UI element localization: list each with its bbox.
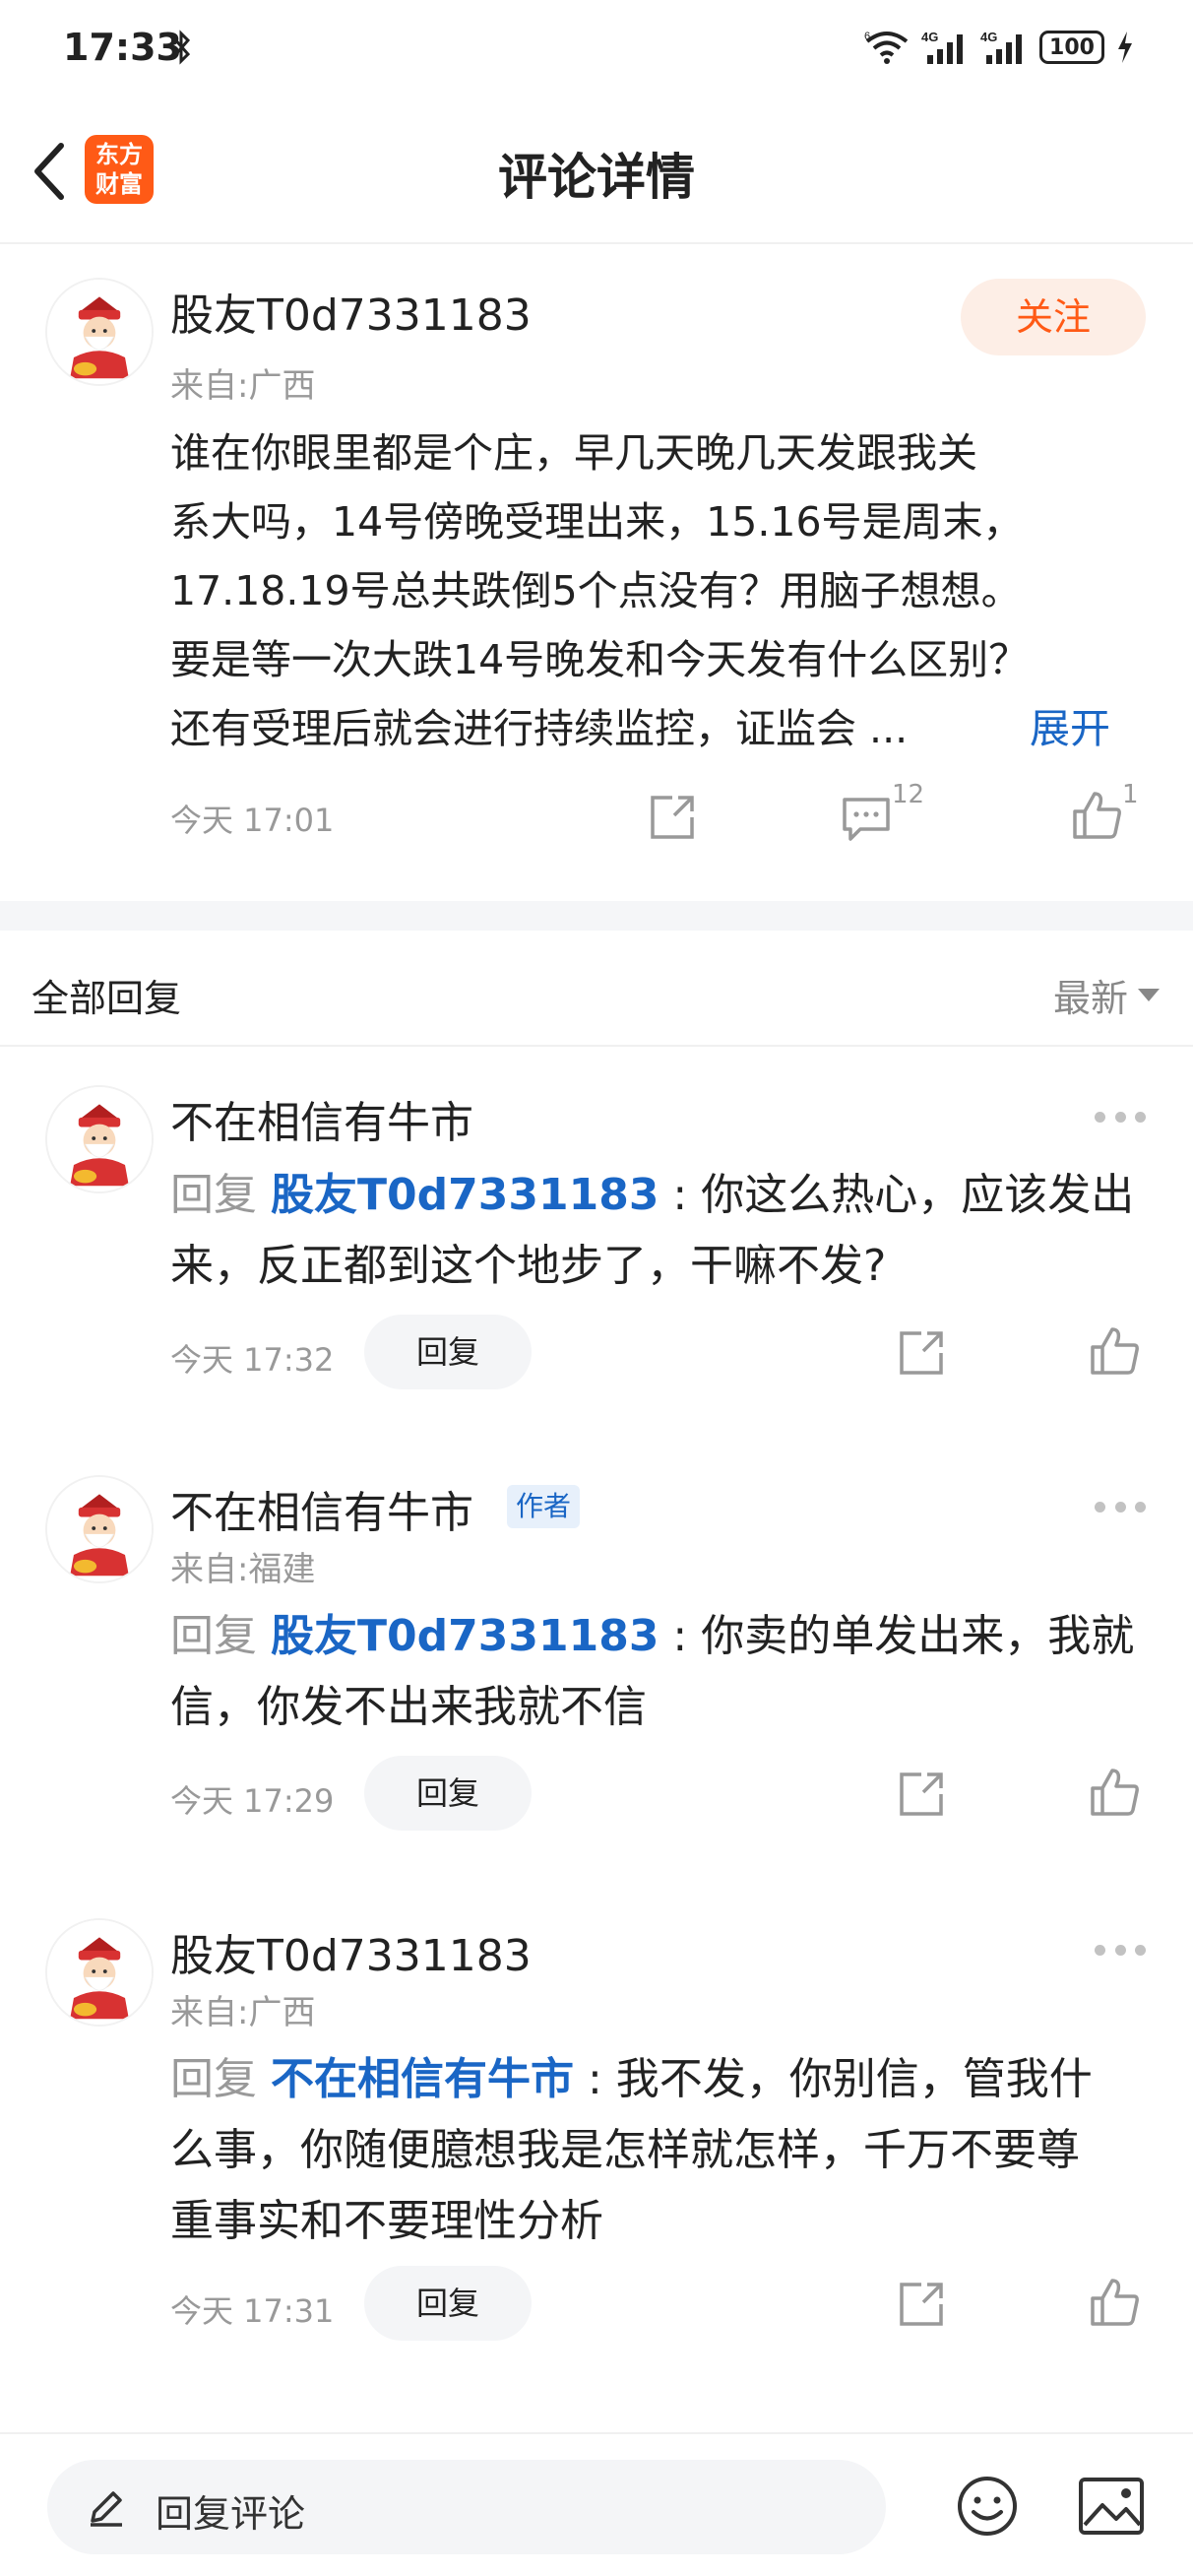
svg-text:4G: 4G <box>980 30 997 44</box>
reply-text: 回复 不在相信有牛市 : 我不发，你别信，管我什 <box>170 2054 1093 2104</box>
main-comment-text: 谁在你眼里都是个庄，早几天晚几天发跟我关 系大吗，14号傍晚受理出来，15.16… <box>170 429 1030 752</box>
reply-text-line: 重事实和不要理性分析 <box>170 2196 603 2246</box>
reply-placeholder: 回复评论 <box>156 2492 306 2536</box>
caishen-avatar[interactable] <box>45 1918 154 2027</box>
main-comment-location: 来自:广西 <box>170 366 316 406</box>
comment-icon[interactable] <box>839 790 894 845</box>
signal-icon: 4G <box>980 30 1022 64</box>
expand-link[interactable]: 展开 <box>1030 694 1110 763</box>
bottom-bar: 回复评论 <box>0 2432 1193 2576</box>
share-icon[interactable] <box>645 790 700 845</box>
share-icon[interactable] <box>894 2277 949 2332</box>
charging-icon <box>1118 32 1132 63</box>
reply-username[interactable]: 股友T0d7331183 <box>170 1920 532 1983</box>
signal-icon: 4G <box>921 30 963 64</box>
emoji-icon[interactable] <box>955 2474 1020 2539</box>
wifi-icon: 6 <box>864 31 909 64</box>
author-badge: 作者 <box>507 1485 580 1528</box>
reply-button[interactable]: 回复 <box>364 1756 532 1831</box>
status-bar: 17:33 6 4G 4G 100 <box>0 0 1193 98</box>
replies-header: 全部回复 最新 <box>0 931 1193 1047</box>
svg-text:6: 6 <box>864 31 870 42</box>
reply-text-line: 来，反正都到这个地步了，干嘛不发? <box>170 1241 887 1291</box>
status-icons: 6 4G 4G 100 <box>864 26 1134 69</box>
reply-target-link[interactable]: 股友T0d7331183 <box>271 1611 659 1661</box>
reply-time: 今天 17:29 <box>170 1782 335 1820</box>
reply-button[interactable]: 回复 <box>364 2266 532 2341</box>
more-icon[interactable] <box>1095 1107 1146 1127</box>
caishen-avatar[interactable] <box>45 1085 154 1193</box>
reply-target-link[interactable]: 股友T0d7331183 <box>271 1170 659 1220</box>
reply-username[interactable]: 不在相信有牛市 <box>170 1087 473 1150</box>
section-divider <box>0 901 1193 931</box>
more-icon[interactable] <box>1095 1497 1146 1516</box>
image-icon[interactable] <box>1077 2474 1146 2539</box>
caishen-avatar[interactable] <box>45 1475 154 1583</box>
like-icon[interactable] <box>1069 788 1124 843</box>
caishen-avatar[interactable] <box>45 278 154 386</box>
battery-icon: 100 <box>1039 31 1104 64</box>
reply-text-line: 么事，你随便臆想我是怎样就怎样，千万不要尊 <box>170 2125 1080 2175</box>
sort-label: 最新 <box>1052 977 1128 1020</box>
reply-time: 今天 17:31 <box>170 2292 335 2330</box>
like-icon[interactable] <box>1087 1323 1142 1379</box>
comment-count: 12 <box>892 780 925 809</box>
sort-select[interactable]: 最新 <box>1053 968 1160 1022</box>
reply-text: 回复 股友T0d7331183 : 你这么热心，应该发出 <box>170 1170 1135 1220</box>
reply-text-line: 信，你发不出来我就不信 <box>170 1682 647 1732</box>
reply-time: 今天 17:32 <box>170 1341 335 1379</box>
bluetooth-icon <box>172 30 191 65</box>
follow-button[interactable]: 关注 <box>961 279 1146 355</box>
main-comment-time: 今天 17:01 <box>170 802 335 839</box>
replies-title: 全部回复 <box>31 977 182 1020</box>
svg-text:4G: 4G <box>921 30 938 44</box>
page-title: 评论详情 <box>498 149 695 206</box>
main-comment-username[interactable]: 股友T0d7331183 <box>170 280 532 343</box>
reply-comment-input[interactable]: 回复评论 <box>47 2460 886 2554</box>
nav-bar: 东方 财富 评论详情 <box>0 98 1193 244</box>
more-icon[interactable] <box>1095 1940 1146 1960</box>
like-count: 1 <box>1122 780 1139 809</box>
like-icon[interactable] <box>1087 2275 1142 2330</box>
reply-target-link[interactable]: 不在相信有牛市 <box>271 2054 574 2104</box>
share-icon[interactable] <box>894 1325 949 1381</box>
like-icon[interactable] <box>1087 1765 1142 1820</box>
share-icon[interactable] <box>894 1767 949 1822</box>
reply-username[interactable]: 不在相信有牛市 <box>170 1477 473 1540</box>
pencil-icon <box>91 2491 122 2527</box>
reply-text: 回复 股友T0d7331183 : 你卖的单发出来，我就 <box>170 1611 1135 1661</box>
reply-location: 来自:福建 <box>170 1550 316 1589</box>
reply-location: 来自:广西 <box>170 1993 316 2032</box>
reply-button[interactable]: 回复 <box>364 1315 532 1389</box>
chevron-down-icon <box>1138 989 1160 1001</box>
status-time: 17:33 <box>63 26 182 69</box>
